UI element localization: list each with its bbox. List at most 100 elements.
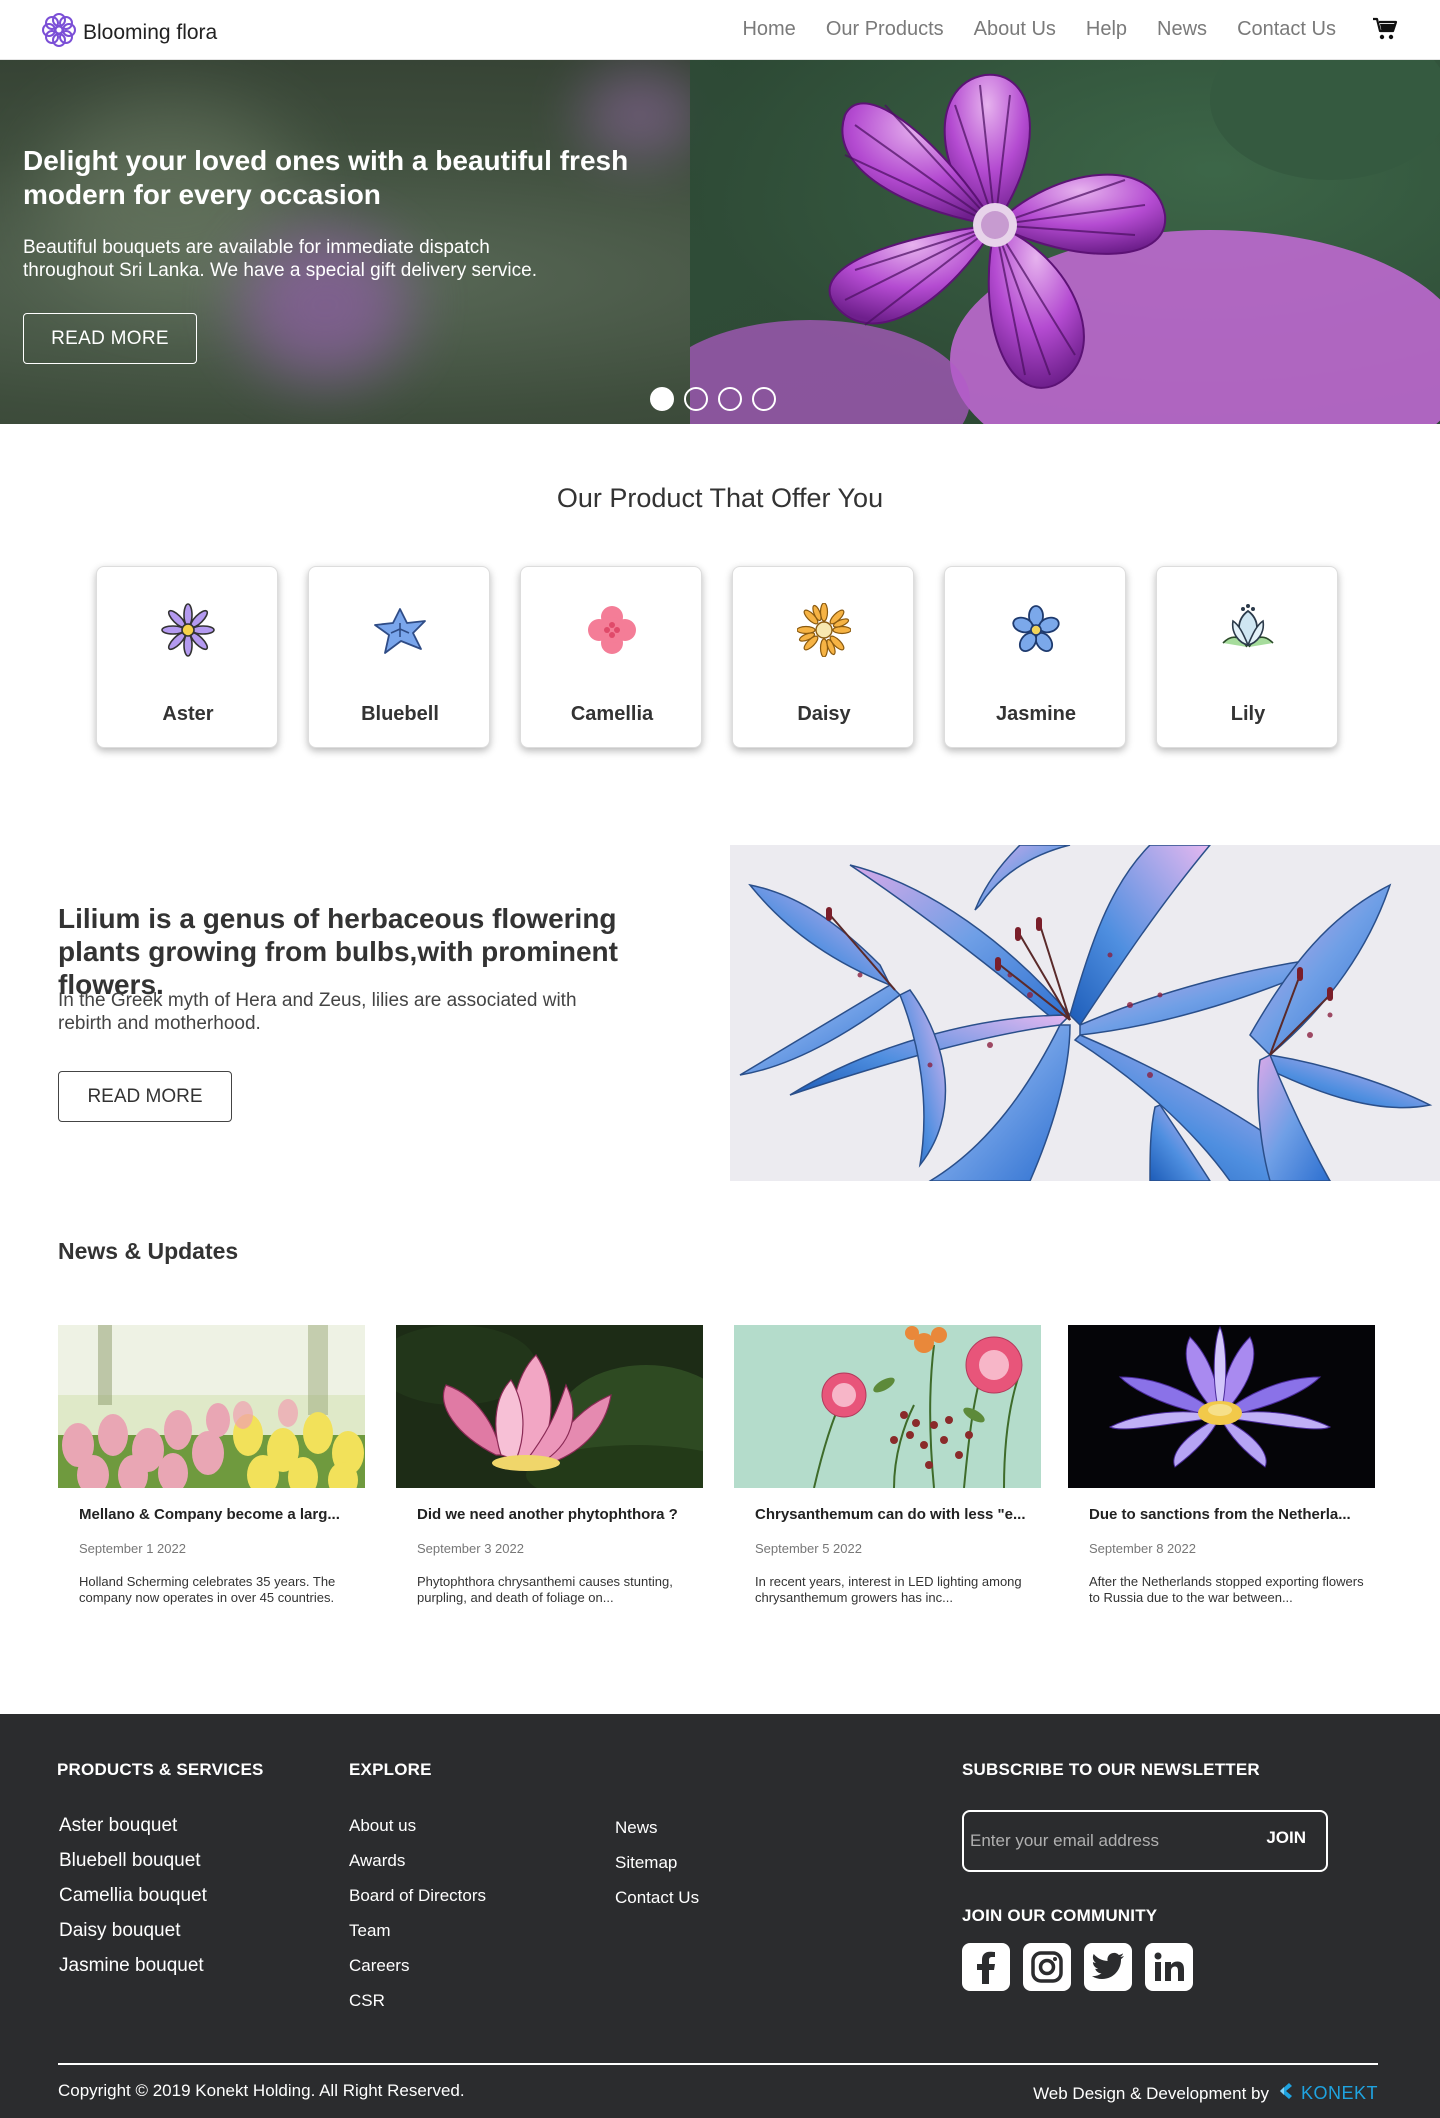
hero-text: Beautiful bouquets are available for imm… <box>23 237 537 281</box>
twitter-icon[interactable] <box>1084 1943 1132 1991</box>
newsletter-email-input[interactable] <box>970 1829 1230 1853</box>
footer-link-aster-bouquet[interactable]: Aster bouquet <box>59 1815 207 1850</box>
news-headline[interactable]: Due to sanctions from the Netherla... <box>1089 1506 1375 1523</box>
product-card-bluebell[interactable]: Bluebell <box>308 566 490 748</box>
footer-divider <box>58 2063 1378 2065</box>
product-card-aster[interactable]: Aster <box>96 566 278 748</box>
nav-help[interactable]: Help <box>1086 18 1127 41</box>
hero-title: Delight your loved ones with a beautiful… <box>23 145 629 210</box>
footer-link-sitemap[interactable]: Sitemap <box>615 1853 699 1888</box>
credit: Web Design & Development by KONEKT <box>1033 2081 1378 2106</box>
news-card[interactable]: Due to sanctions from the Netherla... Se… <box>1068 1325 1375 1606</box>
slider-dots <box>650 387 776 411</box>
footer-link-awards[interactable]: Awards <box>349 1851 486 1886</box>
footer-explore-list: About us Awards Board of Directors Team … <box>349 1816 486 2026</box>
news-date: September 5 2022 <box>755 1541 862 1556</box>
newsletter-heading: SUBSCRIBE TO OUR NEWSLETTER <box>962 1760 1260 1779</box>
linkedin-icon[interactable] <box>1145 1943 1193 1991</box>
product-card-daisy[interactable]: Daisy <box>732 566 914 748</box>
bluebell-icon <box>371 603 429 662</box>
flower-logo-icon <box>41 12 77 53</box>
news-title: News & Updates <box>58 1238 239 1264</box>
water-lily-image <box>1068 1325 1375 1488</box>
news-card[interactable]: Chrysanthemum can do with less "e... Sep… <box>734 1325 1041 1606</box>
jasmine-icon <box>1009 603 1063 662</box>
slide-dot-4[interactable] <box>752 387 776 411</box>
nav-our-products[interactable]: Our Products <box>826 18 944 41</box>
news-excerpt: Holland Scherming celebrates 35 years. T… <box>79 1574 336 1605</box>
newsletter-form: JOIN <box>962 1810 1328 1872</box>
facebook-icon[interactable] <box>962 1943 1010 1991</box>
news-headline[interactable]: Mellano & Company become a larg... <box>79 1506 365 1523</box>
product-label: Aster <box>162 703 214 725</box>
footer-link-team[interactable]: Team <box>349 1921 486 1956</box>
slide-dot-3[interactable] <box>718 387 742 411</box>
product-card-camellia[interactable]: Camellia <box>520 566 702 748</box>
instagram-icon[interactable] <box>1023 1943 1071 1991</box>
footer-link-csr[interactable]: CSR <box>349 1991 486 2026</box>
footer-explore-heading: EXPLORE <box>349 1760 432 1779</box>
feature-read-more-button[interactable]: READ MORE <box>58 1071 232 1122</box>
product-card-jasmine[interactable]: Jasmine <box>944 566 1126 748</box>
footer-explore-list-2: News Sitemap Contact Us <box>615 1818 699 1923</box>
news-excerpt: After the Netherlands stopped exporting … <box>1089 1574 1364 1605</box>
camellia-icon <box>585 603 639 662</box>
daisy-icon <box>796 602 852 662</box>
nav-news[interactable]: News <box>1157 18 1207 41</box>
footer-products-heading: PRODUCTS & SERVICES <box>57 1760 264 1779</box>
footer-link-camellia-bouquet[interactable]: Camellia bouquet <box>59 1885 207 1920</box>
hero-banner: Delight your loved ones with a beautiful… <box>0 60 1440 424</box>
footer-link-board-of-directors[interactable]: Board of Directors <box>349 1886 486 1921</box>
konekt-logo-icon[interactable] <box>1275 2081 1295 2106</box>
credit-text: Web Design & Development by <box>1033 2083 1269 2103</box>
product-label: Jasmine <box>995 703 1077 725</box>
news-card[interactable]: Did we need another phytophthora ? Septe… <box>396 1325 703 1606</box>
product-label: Daisy <box>797 703 851 725</box>
news-date: September 1 2022 <box>79 1541 186 1556</box>
hero-read-more-button[interactable]: READ MORE <box>23 313 197 364</box>
product-label: Bluebell <box>361 703 439 725</box>
cart-icon[interactable] <box>1372 16 1398 47</box>
products-title: Our Product That Offer You <box>556 483 884 513</box>
footer-link-careers[interactable]: Careers <box>349 1956 486 1991</box>
blue-lily-image <box>730 845 1440 1181</box>
brand[interactable]: Blooming flora <box>41 12 217 53</box>
aster-icon <box>161 603 215 662</box>
mallow-flower-image <box>690 60 1440 424</box>
tulips-image <box>58 1325 365 1488</box>
news-excerpt: Phytophthora chrysanthemi causes stuntin… <box>417 1574 673 1605</box>
footer-link-news[interactable]: News <box>615 1818 699 1853</box>
product-label: Lily <box>1230 703 1266 725</box>
news-date: September 3 2022 <box>417 1541 524 1556</box>
nav-about-us[interactable]: About Us <box>974 18 1056 41</box>
community-heading: JOIN OUR COMMUNITY <box>962 1906 1158 1925</box>
news-headline[interactable]: Did we need another phytophthora ? <box>417 1506 703 1523</box>
news-date: September 8 2022 <box>1089 1541 1196 1556</box>
news-card[interactable]: Mellano & Company become a larg... Septe… <box>58 1325 365 1606</box>
copyright-text: Copyright © 2019 Konekt Holding. All Rig… <box>58 2081 465 2100</box>
slide-dot-2[interactable] <box>684 387 708 411</box>
footer-link-jasmine-bouquet[interactable]: Jasmine bouquet <box>59 1955 207 1990</box>
footer-link-daisy-bouquet[interactable]: Daisy bouquet <box>59 1920 207 1955</box>
footer-products-list: Aster bouquet Bluebell bouquet Camellia … <box>59 1815 207 1990</box>
news-excerpt: In recent years, interest in LED lightin… <box>755 1574 1022 1605</box>
footer-link-contact-us[interactable]: Contact Us <box>615 1888 699 1923</box>
brand-name: Blooming flora <box>83 20 218 44</box>
nav-home[interactable]: Home <box>742 18 795 41</box>
product-label: Camellia <box>570 703 654 725</box>
footer-link-bluebell-bouquet[interactable]: Bluebell bouquet <box>59 1850 207 1885</box>
top-navbar: Blooming flora Home Our Products About U… <box>0 0 1440 60</box>
nav-contact-us[interactable]: Contact Us <box>1237 18 1336 41</box>
footer-link-about-us[interactable]: About us <box>349 1816 486 1851</box>
newsletter-join-button[interactable]: JOIN <box>1266 1828 1306 1848</box>
social-links <box>962 1943 1193 1991</box>
feature-text: In the Greek myth of Hera and Zeus, lili… <box>58 990 577 1034</box>
lily-icon <box>1219 603 1277 662</box>
chrysanthemum-image <box>734 1325 1041 1488</box>
konekt-brand[interactable]: KONEKT <box>1301 2083 1378 2104</box>
lotus-image <box>396 1325 703 1488</box>
slide-dot-1[interactable] <box>650 387 674 411</box>
product-card-lily[interactable]: Lily <box>1156 566 1338 748</box>
news-headline[interactable]: Chrysanthemum can do with less "e... <box>755 1506 1041 1523</box>
product-cards: Aster Bluebell Camellia Daisy Jasmine Li… <box>96 566 1338 748</box>
